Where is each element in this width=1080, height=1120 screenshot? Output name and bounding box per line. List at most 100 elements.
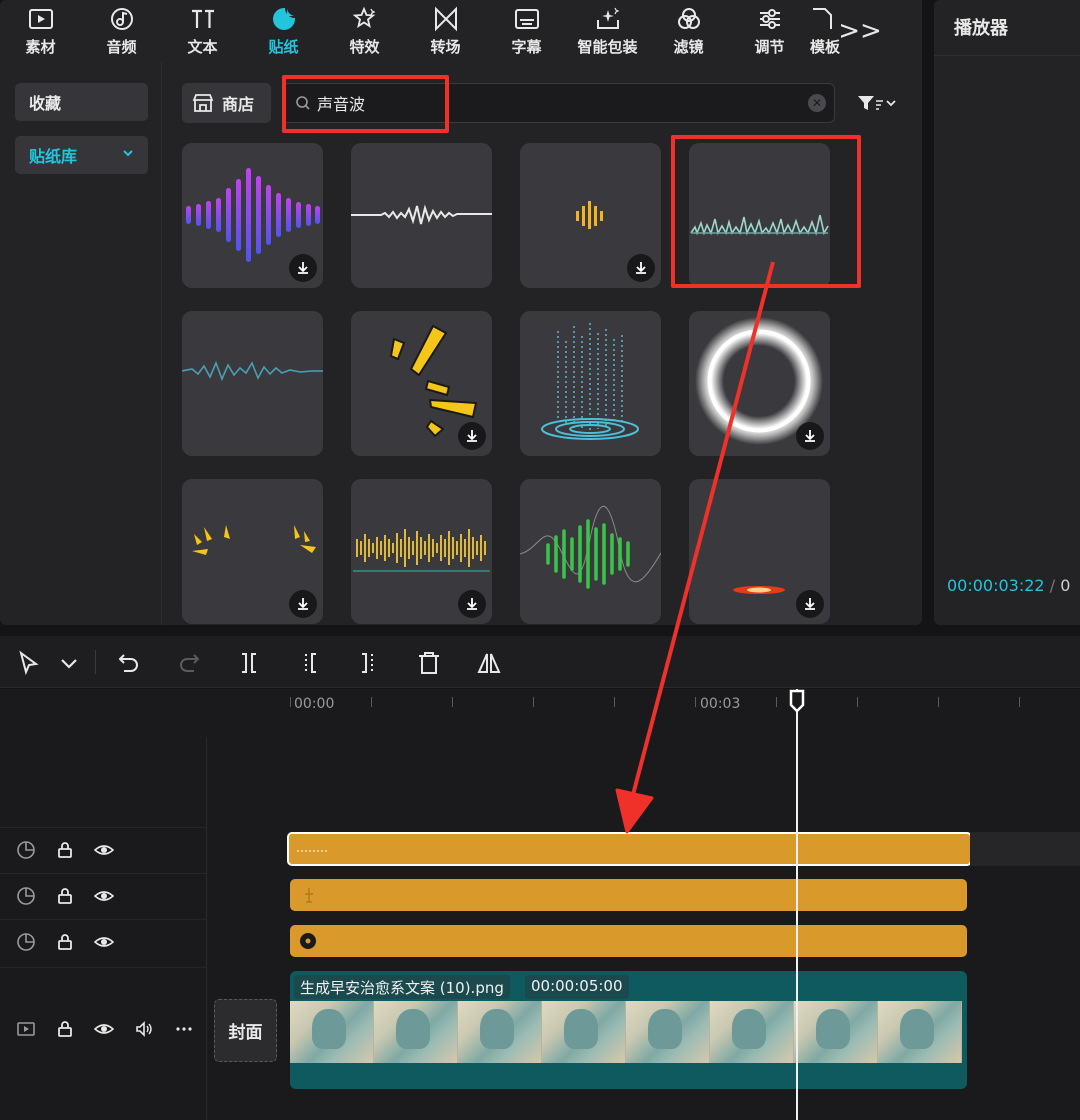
tab-filter-label: 滤镜	[673, 37, 704, 56]
lock-icon[interactable]	[55, 840, 75, 860]
sort-filter-button[interactable]	[856, 92, 900, 114]
lock-icon[interactable]	[55, 886, 75, 906]
eye-icon[interactable]	[94, 932, 114, 952]
tab-template[interactable]: 模板	[810, 0, 840, 62]
playhead-line[interactable]	[796, 689, 798, 1120]
tab-filter[interactable]: 滤镜	[648, 0, 729, 62]
favorites-label: 收藏	[29, 94, 62, 113]
sticker-browser: 商店 声音波 ✕	[162, 62, 922, 625]
sticker-tile-white-line-waveform[interactable]	[351, 143, 492, 288]
vinyl-record-icon	[300, 933, 316, 949]
tab-subtitle[interactable]: 字幕	[486, 0, 567, 62]
sticker-tile-yellow-corner-bursts[interactable]	[182, 479, 323, 624]
sticker-tile-teal-line-waveform[interactable]	[182, 311, 323, 456]
shop-button[interactable]: 商店	[182, 83, 271, 123]
video-frame	[290, 1001, 374, 1063]
more-tabs-label: >>	[838, 16, 882, 46]
delete-button[interactable]	[416, 650, 442, 676]
tab-sticker-label: 贴纸	[268, 37, 299, 56]
download-button[interactable]	[796, 590, 824, 618]
clear-search-button[interactable]: ✕	[808, 94, 826, 112]
video-frame	[878, 1001, 962, 1063]
more-tabs-button[interactable]: >>	[838, 0, 882, 62]
download-icon	[636, 262, 646, 274]
tab-smart-pack[interactable]: 智能包装	[567, 0, 648, 62]
sticker-track-icon	[17, 887, 35, 905]
sticker-track-icon	[17, 933, 35, 951]
ruler-tick	[371, 697, 372, 707]
mirror-button[interactable]	[476, 650, 502, 676]
ruler-tick	[695, 697, 696, 707]
download-icon	[805, 430, 815, 442]
sticker-tile-purple-waveform[interactable]	[182, 143, 323, 288]
eye-icon[interactable]	[94, 886, 114, 906]
video-clip-duration: 00:00:05:00	[525, 975, 629, 999]
cover-button[interactable]: 封面	[214, 999, 277, 1062]
sticker-tile-gold-waveform[interactable]	[351, 479, 492, 624]
tab-sticker[interactable]: 贴纸	[243, 0, 324, 62]
eye-icon[interactable]	[94, 840, 114, 860]
white-line-waveform-thumbnail	[351, 204, 492, 225]
select-tool-button[interactable]	[16, 650, 42, 676]
sticker-clip-waveform[interactable]	[287, 832, 972, 866]
download-button[interactable]	[458, 590, 486, 618]
tab-audio[interactable]: 音频	[81, 0, 162, 62]
download-icon	[467, 598, 477, 610]
tab-text-label: 文本	[187, 37, 218, 56]
download-button[interactable]	[796, 422, 824, 450]
download-button[interactable]	[289, 590, 317, 618]
video-frame	[374, 1001, 458, 1063]
timeline: 00:00 00:03 封面 生成早安治愈系文案 (10).png 00:00:…	[0, 689, 1080, 1120]
sticker-tile-small-yellow-bars[interactable]	[520, 143, 661, 288]
download-button[interactable]	[289, 254, 317, 282]
select-tool-dropdown[interactable]	[56, 650, 77, 676]
download-button[interactable]	[627, 254, 655, 282]
tab-text[interactable]: 文本	[162, 0, 243, 62]
playhead-handle[interactable]	[789, 689, 805, 713]
player-title: 播放器	[934, 0, 1080, 56]
sticker-clip-2[interactable]	[290, 879, 967, 911]
video-thumbnail-strip	[290, 1001, 967, 1063]
sticker-tile-red-spark[interactable]	[689, 479, 830, 624]
tab-effects[interactable]: 特效	[324, 0, 405, 62]
tab-adjust[interactable]: 调节	[729, 0, 810, 62]
ruler-tick	[1019, 697, 1020, 707]
eye-icon[interactable]	[94, 1019, 114, 1039]
undo-icon	[118, 654, 138, 672]
sticker-library-button[interactable]: 贴纸库	[15, 136, 148, 174]
sticker-tile-green-waveform[interactable]	[520, 479, 661, 624]
tab-audio-label: 音频	[106, 37, 137, 56]
tab-transition[interactable]: 转场	[405, 0, 486, 62]
undo-button[interactable]	[116, 650, 142, 676]
ruler-tick	[938, 697, 939, 707]
sticker-tile-yellow-burst[interactable]	[351, 311, 492, 456]
lock-icon[interactable]	[55, 932, 75, 952]
sticker-tile-glowing-ring[interactable]	[689, 311, 830, 456]
sticker-clip-3[interactable]	[290, 925, 967, 957]
sticker-library-label: 贴纸库	[29, 147, 78, 166]
ruler-tick	[857, 697, 858, 707]
track-header-divider	[206, 737, 207, 1120]
trim-left-button[interactable]	[296, 650, 322, 676]
time-ruler[interactable]: 00:00 00:03	[290, 689, 1080, 721]
favorites-button[interactable]: 收藏	[15, 83, 148, 121]
lock-icon[interactable]	[55, 1019, 75, 1039]
sticker-tile-digital-rain-rings[interactable]	[520, 311, 661, 456]
redo-button[interactable]	[176, 650, 202, 676]
trim-left-icon	[305, 653, 316, 673]
trim-right-button[interactable]	[356, 650, 382, 676]
video-frame	[458, 1001, 542, 1063]
volume-icon[interactable]	[134, 1019, 154, 1039]
download-button[interactable]	[458, 422, 486, 450]
more-options-icon[interactable]	[174, 1019, 194, 1039]
tab-media[interactable]: 素材	[0, 0, 81, 62]
toolbar-divider	[95, 650, 96, 674]
sticker-track-empty	[970, 832, 1080, 866]
split-button[interactable]	[236, 650, 262, 676]
tab-transition-label: 转场	[430, 37, 461, 56]
main-video-clip[interactable]: 生成早安治愈系文案 (10).png 00:00:05:00	[290, 971, 967, 1089]
sticker-clip-thumbnail	[305, 888, 313, 903]
top-tab-bar: 素材 音频 文本 贴纸 特效 转场 字幕 智能包装 滤镜 调节 模板 >>	[0, 0, 922, 62]
waveform-clip-thumbnail	[297, 850, 327, 852]
video-frame	[542, 1001, 626, 1063]
